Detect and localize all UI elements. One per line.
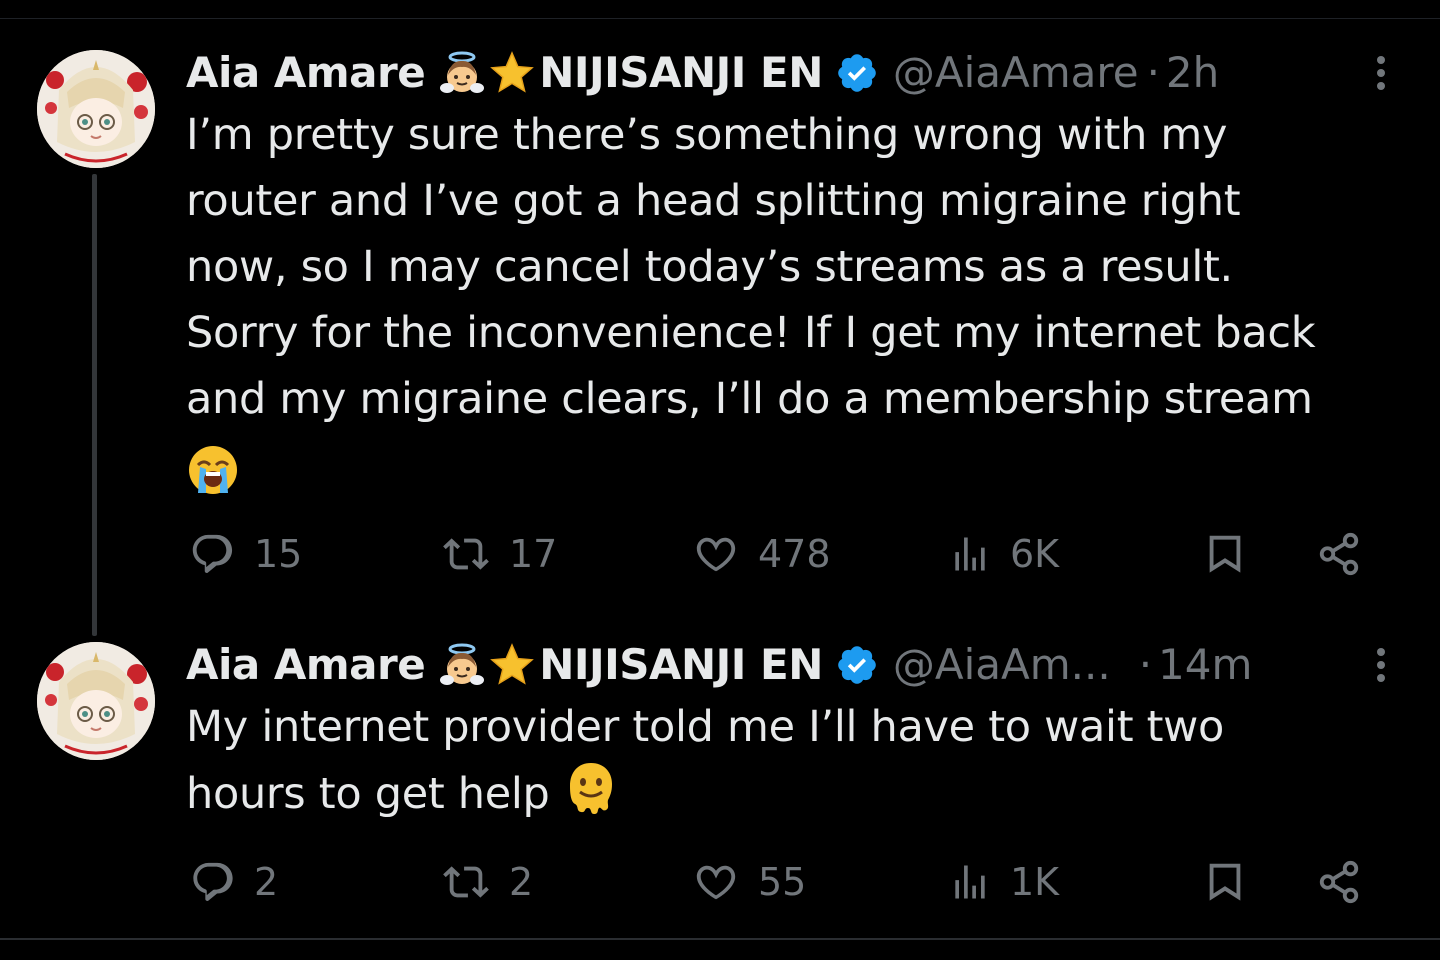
tweet-actions: 15 17 478 6K	[186, 524, 1376, 584]
views-icon	[955, 537, 985, 571]
like-count: 55	[758, 860, 807, 904]
like-count: 478	[758, 532, 831, 576]
text-line: now, so I may cancel today’s streams as …	[186, 242, 1233, 292]
star-emoji	[489, 642, 535, 688]
like-button[interactable]: 478	[692, 524, 831, 584]
tweet[interactable]: Aia Amare NIJISANJI EN	[0, 620, 1440, 938]
retweet-icon	[443, 538, 489, 570]
timestamp[interactable]: 2h	[1166, 48, 1219, 98]
like-icon	[696, 537, 736, 572]
tweet-text: My internet provider told me I’ll have t…	[186, 694, 1406, 827]
retweet-button[interactable]: 17	[441, 524, 557, 584]
verified-badge-icon	[835, 51, 879, 95]
tweet-actions: 2 2 55 1K	[186, 852, 1376, 912]
bottom-divider	[0, 938, 1440, 940]
handle[interactable]: @AiaAm...	[893, 640, 1111, 690]
text-line: Sorry for the inconvenience! If I get my…	[186, 308, 1316, 358]
like-icon	[696, 865, 736, 900]
text-line: router and I’ve got a head splitting mig…	[186, 176, 1241, 226]
views-count: 1K	[1010, 860, 1060, 904]
display-name-suffix: NIJISANJI EN	[539, 48, 823, 97]
more-vertical-icon[interactable]	[1368, 52, 1394, 96]
angel-face-emoji	[439, 50, 485, 96]
share-icon	[1319, 860, 1359, 904]
views-button[interactable]: 6K	[948, 524, 1059, 584]
bookmark-icon	[1209, 863, 1241, 901]
retweet-count: 17	[509, 532, 558, 576]
avatar[interactable]	[37, 50, 155, 168]
share-button[interactable]	[1316, 852, 1362, 912]
display-name[interactable]: Aia Amare	[186, 48, 426, 98]
tweet[interactable]: Aia Amare NIJISANJI EN	[0, 0, 1440, 636]
reply-button[interactable]: 2	[190, 852, 278, 912]
loudly-crying-face-emoji	[186, 443, 240, 497]
views-icon	[955, 865, 985, 899]
views-count: 6K	[1010, 532, 1060, 576]
tweet-header: Aia Amare NIJISANJI EN	[186, 640, 1252, 690]
display-name[interactable]: Aia Amare	[186, 640, 426, 690]
reply-icon	[192, 534, 233, 574]
share-icon	[1319, 532, 1359, 576]
display-name-suffix: NIJISANJI EN	[539, 640, 823, 689]
text-line: and my migraine clears, I’ll do a member…	[186, 374, 1313, 424]
share-button[interactable]	[1316, 524, 1362, 584]
bookmark-button[interactable]	[1202, 524, 1248, 584]
verified-badge-icon	[835, 643, 879, 687]
text-line: I’m pretty sure there’s something wrong …	[186, 110, 1228, 160]
text-line	[186, 432, 1406, 498]
more-vertical-icon[interactable]	[1368, 644, 1394, 688]
reply-count: 2	[254, 860, 279, 904]
bookmark-button[interactable]	[1202, 852, 1248, 912]
separator: ·	[1138, 640, 1153, 689]
views-button[interactable]: 1K	[948, 852, 1059, 912]
tweet-header: Aia Amare NIJISANJI EN	[186, 48, 1219, 98]
separator: ·	[1146, 48, 1160, 97]
reply-icon	[193, 862, 233, 902]
retweet-icon	[443, 866, 489, 898]
thread-connector	[92, 174, 97, 636]
star-emoji	[489, 50, 535, 96]
reply-count: 15	[254, 532, 303, 576]
retweet-count: 2	[509, 860, 534, 904]
like-button[interactable]: 55	[692, 852, 806, 912]
melting-face-emoji	[566, 760, 616, 816]
text-line: hours to get help	[186, 760, 1406, 827]
tweet-text: I’m pretty sure there’s something wrong …	[186, 102, 1406, 498]
avatar[interactable]	[37, 642, 155, 760]
angel-face-emoji	[439, 642, 485, 688]
timestamp[interactable]: 14m	[1158, 640, 1252, 690]
retweet-button[interactable]: 2	[441, 852, 533, 912]
text-line: My internet provider told me I’ll have t…	[186, 702, 1225, 752]
text-line-content: hours to get help	[186, 769, 550, 819]
reply-button[interactable]: 15	[190, 524, 302, 584]
bookmark-icon	[1209, 535, 1241, 573]
handle[interactable]: @AiaAmare	[893, 48, 1139, 98]
